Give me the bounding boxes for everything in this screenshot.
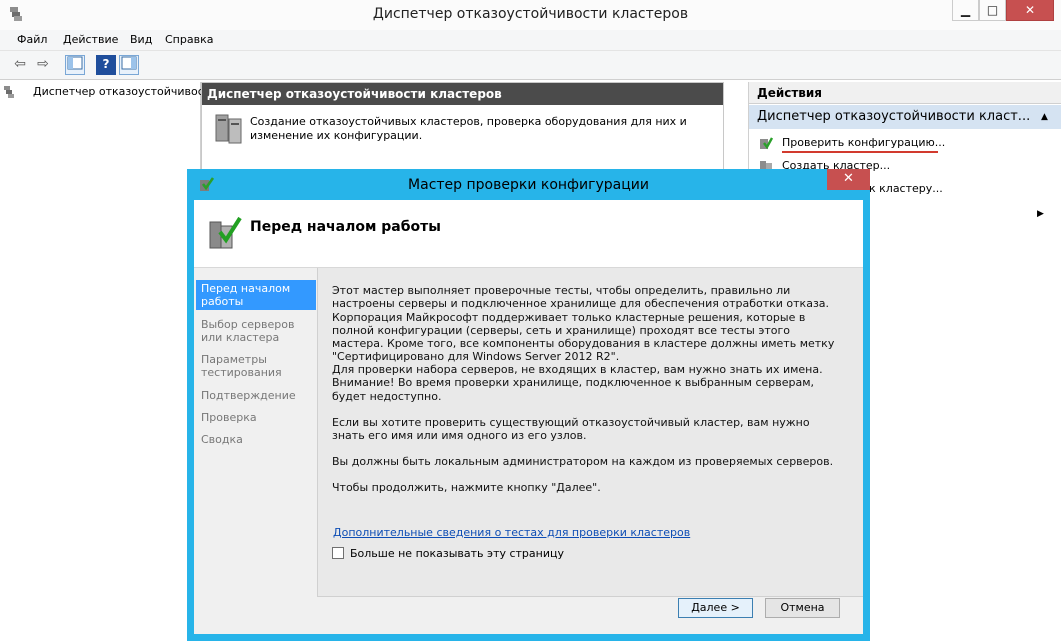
wizard-header-icon xyxy=(208,214,242,250)
window-title: Диспетчер отказоустойчивости кластеров xyxy=(372,6,689,22)
button-divider xyxy=(317,596,863,597)
cluster-servers-icon xyxy=(214,113,244,145)
dialog-header: Перед началом работы xyxy=(194,200,863,268)
admin-paragraph: Вы должны быть локальным администратором… xyxy=(332,455,834,468)
step-before-you-begin[interactable]: Перед началом работы xyxy=(196,280,316,310)
submenu-arrow-icon[interactable]: ▶ xyxy=(1037,209,1044,219)
step-summary[interactable]: Сводка xyxy=(196,431,316,448)
collapse-icon[interactable]: ▲ xyxy=(1041,105,1048,129)
close-button[interactable]: ✕ xyxy=(1006,0,1054,21)
console-tree: Диспетчер отказоустойчивос xyxy=(4,82,204,641)
dialog-titlebar: Мастер проверки конфигурации ✕ xyxy=(187,169,870,199)
action-pane-icon[interactable] xyxy=(119,55,139,75)
cluster-paragraph: Если вы хотите проверить существующий от… xyxy=(332,416,810,443)
dont-show-checkbox[interactable] xyxy=(332,547,344,559)
tree-item-cluster-manager[interactable]: Диспетчер отказоустойчивос xyxy=(33,85,221,98)
validation-wizard-dialog: Мастер проверки конфигурации ✕ Перед нач… xyxy=(187,169,870,641)
step-confirmation[interactable]: Подтверждение xyxy=(196,387,316,404)
step-validating[interactable]: Проверка xyxy=(196,409,316,426)
dialog-close-button[interactable]: ✕ xyxy=(827,169,870,190)
forward-arrow-icon[interactable]: ⇨ xyxy=(33,55,53,75)
help-icon[interactable]: ? xyxy=(96,55,116,75)
action-validate-configuration[interactable]: Проверить конфигурацию... xyxy=(782,136,945,149)
step-testing-options[interactable]: Параметры тестирования xyxy=(196,351,316,381)
center-header: Диспетчер отказоустойчивости кластеров xyxy=(202,83,723,105)
menu-help[interactable]: Справка xyxy=(165,33,213,46)
maximize-button[interactable]: □ xyxy=(979,0,1006,21)
cluster-manager-icon xyxy=(3,85,17,99)
dialog-title: Мастер проверки конфигурации xyxy=(408,177,649,193)
minimize-button[interactable]: ▁ xyxy=(952,0,979,21)
servers-paragraph: Для проверки набора серверов, не входящи… xyxy=(332,363,823,403)
more-info-link[interactable]: Дополнительные сведения о тестах для про… xyxy=(333,526,690,539)
back-arrow-icon[interactable]: ⇦ xyxy=(10,55,30,75)
intro-paragraph: Этот мастер выполняет проверочные тесты,… xyxy=(332,284,835,364)
center-description: Создание отказоустойчивых кластеров, про… xyxy=(250,115,687,142)
actions-header: Действия xyxy=(749,82,1061,104)
step-select-servers[interactable]: Выбор серверов или кластера xyxy=(196,316,316,346)
window-titlebar: Диспетчер отказоустойчивости кластеров ▁… xyxy=(0,0,1061,30)
dialog-body: Перед началом работы Перед началом работ… xyxy=(194,200,863,634)
toolbar: ⇦ ⇨ ? xyxy=(0,51,1061,80)
continue-paragraph: Чтобы продолжить, нажмите кнопку "Далее"… xyxy=(332,481,601,494)
cancel-button[interactable]: Отмена xyxy=(765,598,840,618)
actions-section-title: Диспетчер отказоустойчивости класт... xyxy=(757,109,1031,124)
wizard-steps: Перед началом работы Выбор серверов или … xyxy=(194,268,316,634)
action-connect-cluster[interactable]: к кластеру... xyxy=(869,182,943,195)
menu-file[interactable]: Файл xyxy=(17,33,47,46)
next-button[interactable]: Далее > xyxy=(678,598,753,618)
highlight-underline xyxy=(782,151,938,153)
menu-bar: Файл Действие Вид Справка xyxy=(0,30,1061,51)
menu-action[interactable]: Действие xyxy=(63,33,118,46)
validate-config-icon xyxy=(759,136,774,150)
dialog-heading: Перед началом работы xyxy=(250,219,441,235)
console-tree-icon[interactable] xyxy=(65,55,85,75)
menu-view[interactable]: Вид xyxy=(130,33,152,46)
dont-show-label[interactable]: Больше не показывать эту страницу xyxy=(350,547,564,560)
actions-section-header[interactable]: Диспетчер отказоустойчивости класт... ▲ xyxy=(749,105,1061,129)
